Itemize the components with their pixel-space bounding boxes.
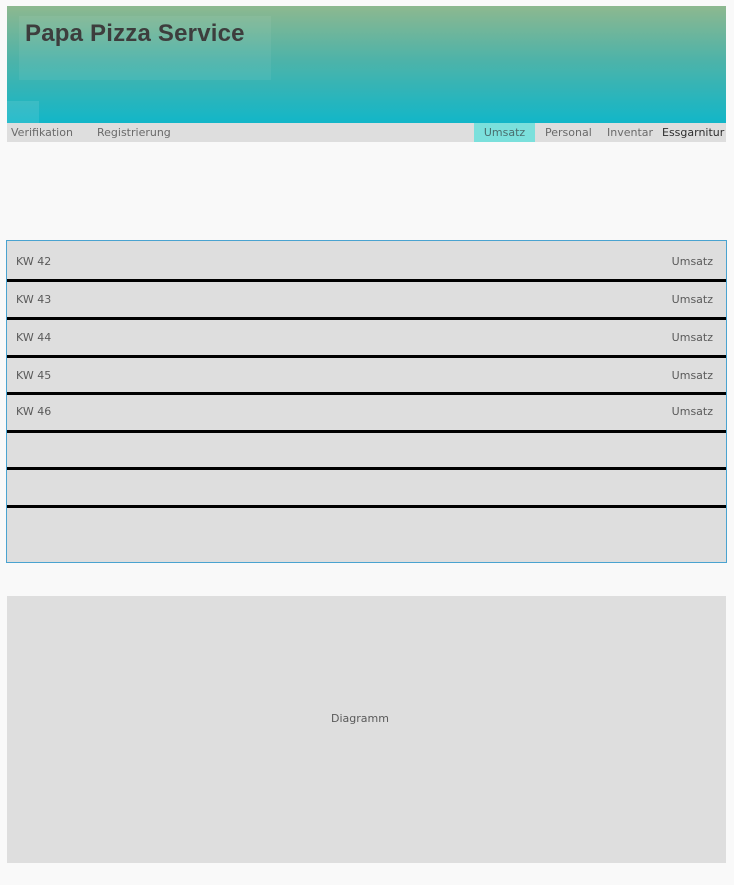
week-row-empty[interactable]	[7, 433, 726, 470]
week-row-kw43[interactable]: KW 43 Umsatz	[7, 282, 726, 320]
week-revenue: Umsatz	[671, 405, 713, 418]
nav-item-verifikation[interactable]: Verifikation	[11, 123, 73, 142]
week-row-kw46[interactable]: KW 46 Umsatz	[7, 395, 726, 433]
app-header: Papa Pizza Service	[7, 6, 726, 123]
week-row-kw45[interactable]: KW 45 Umsatz	[7, 358, 726, 395]
week-revenue: Umsatz	[671, 331, 713, 344]
week-label: KW 44	[16, 331, 52, 344]
week-list: KW 42 Umsatz KW 43 Umsatz KW 44 Umsatz K…	[6, 240, 727, 563]
week-row-empty[interactable]	[7, 508, 726, 562]
week-revenue: Umsatz	[671, 255, 713, 268]
diagram-label: Diagramm	[331, 712, 389, 725]
app-title: Papa Pizza Service	[25, 20, 245, 47]
week-row-empty[interactable]	[7, 470, 726, 508]
nav-item-registrierung[interactable]: Registrierung	[97, 123, 171, 142]
nav-item-personal[interactable]: Personal	[545, 123, 592, 142]
week-label: KW 43	[16, 293, 52, 306]
week-row-kw42[interactable]: KW 42 Umsatz	[7, 241, 726, 282]
week-row-kw44[interactable]: KW 44 Umsatz	[7, 320, 726, 358]
nav-item-inventar[interactable]: Inventar	[607, 123, 653, 142]
nav-item-essgarnitur[interactable]: Essgarnitur	[662, 123, 724, 142]
main-nav: Verifikation Registrierung Umsatz Person…	[7, 123, 726, 142]
week-revenue: Umsatz	[671, 293, 713, 306]
week-label: KW 42	[16, 255, 52, 268]
week-revenue: Umsatz	[671, 369, 713, 382]
week-label: KW 45	[16, 369, 52, 382]
header-decoration-small	[7, 101, 39, 123]
diagram-area: Diagramm	[7, 596, 726, 863]
week-label: KW 46	[16, 405, 52, 418]
nav-item-umsatz[interactable]: Umsatz	[474, 123, 535, 142]
